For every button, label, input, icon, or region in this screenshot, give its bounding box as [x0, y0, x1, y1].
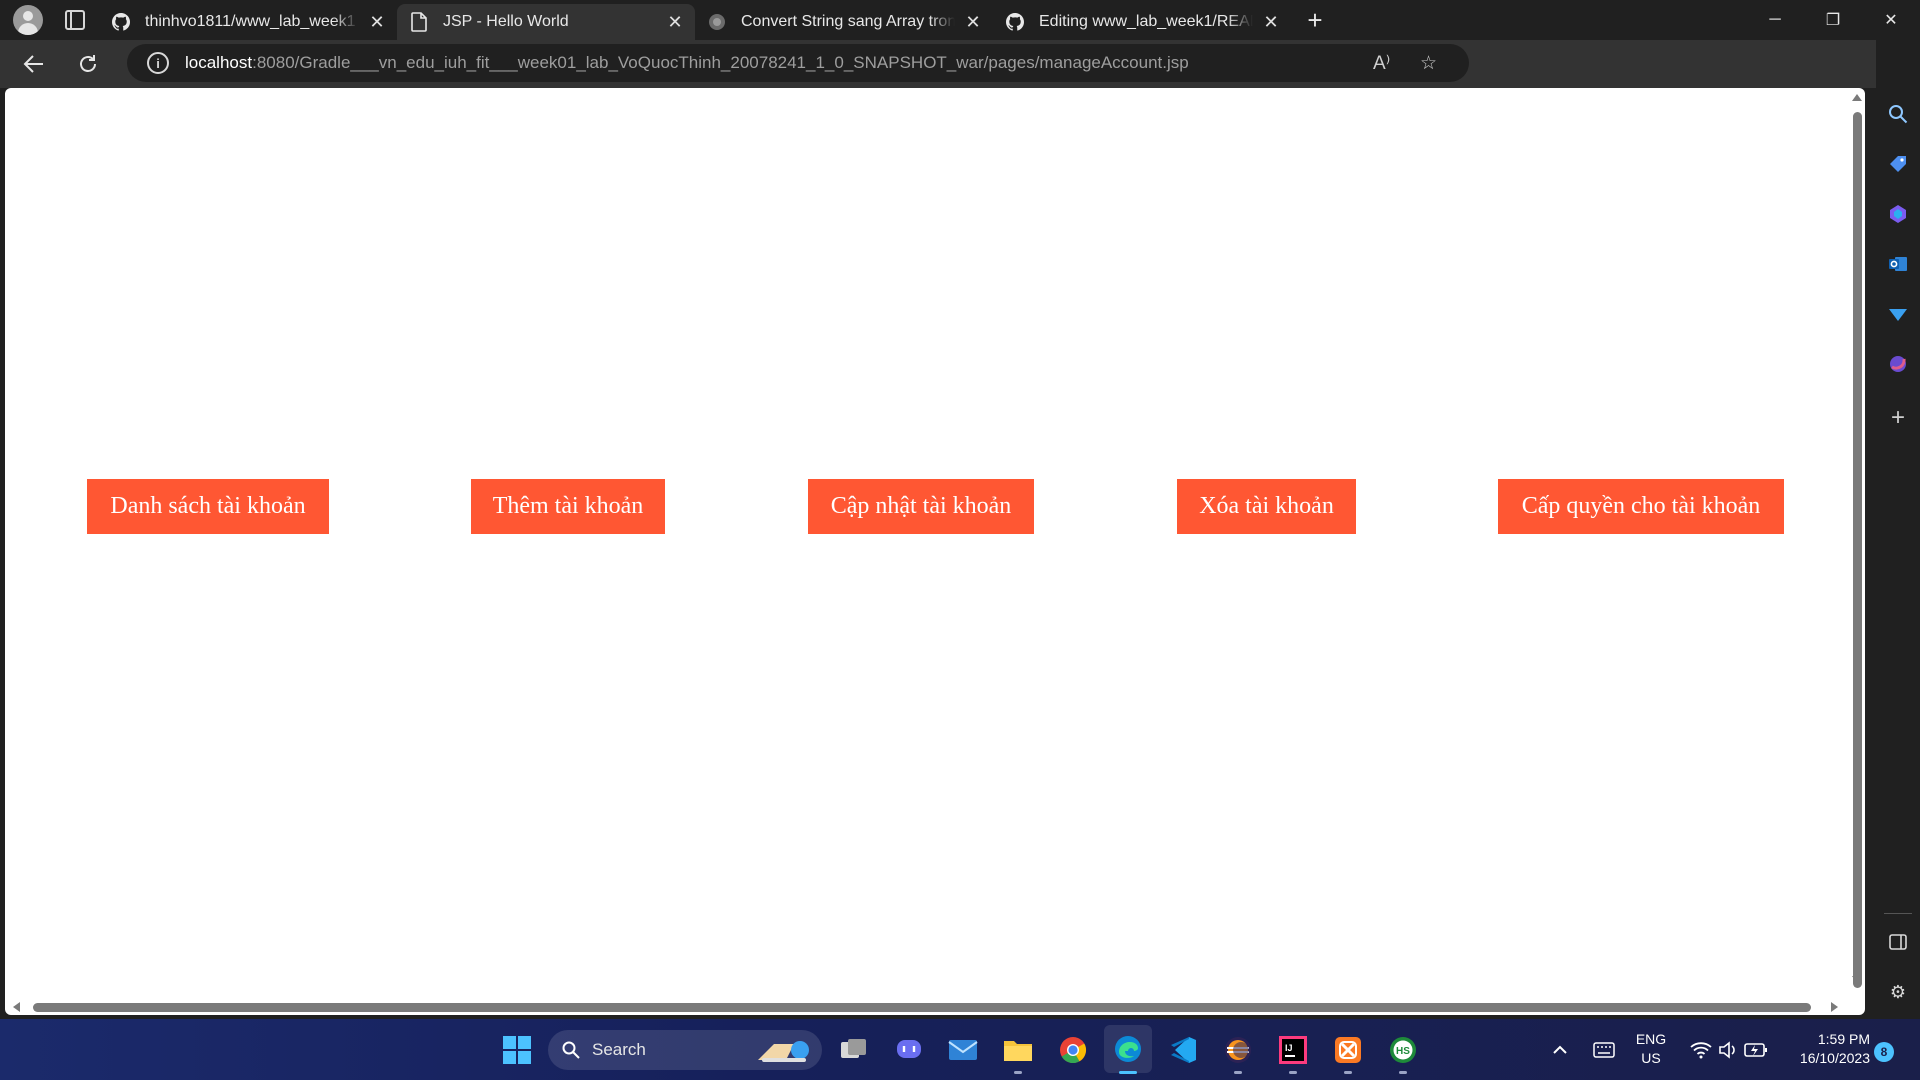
tab-strip: thinhvo1811/www_lab_week1 ✕ JSP - Hello …: [0, 0, 1920, 40]
document-icon: [409, 12, 429, 32]
url-host: localhost: [185, 53, 253, 72]
browser-toolbar: i localhost:8080/Gradle___vn_edu_iuh_fit…: [0, 40, 1920, 121]
minimize-icon[interactable]: ─: [1746, 0, 1804, 40]
clock[interactable]: 1:59 PM 16/10/2023: [1780, 1030, 1870, 1068]
tab-jsp-hello-world[interactable]: JSP - Hello World ✕: [397, 4, 695, 40]
profile-avatar-icon[interactable]: [13, 5, 43, 35]
sidebar-shopping-tag-icon[interactable]: [1884, 150, 1912, 178]
vertical-scroll-thumb[interactable]: [1853, 112, 1862, 988]
tab-close-icon[interactable]: ✕: [1261, 12, 1281, 32]
tab-actions-icon[interactable]: [65, 10, 85, 30]
list-accounts-button[interactable]: Danh sách tài khoản: [87, 479, 329, 534]
page-viewport: Danh sách tài khoản Thêm tài khoản Cập n…: [5, 88, 1865, 1015]
account-actions-row: Danh sách tài khoản Thêm tài khoản Cập n…: [5, 479, 1865, 535]
tab-title: Editing www_lab_week1/README.md: [1039, 13, 1253, 30]
clock-date: 16/10/2023: [1799, 1050, 1870, 1066]
tab-close-icon[interactable]: ✕: [367, 12, 387, 32]
github-icon: [1005, 12, 1025, 32]
tab-list: thinhvo1811/www_lab_week1 ✕ JSP - Hello …: [99, 0, 1291, 40]
tab-title: JSP - Hello World: [443, 13, 569, 30]
add-account-button[interactable]: Thêm tài khoản: [471, 479, 665, 534]
sidebar-game-orb-icon[interactable]: [1884, 350, 1912, 378]
tab-close-icon[interactable]: ✕: [963, 12, 983, 32]
hide-sidebar-icon[interactable]: [1884, 928, 1912, 956]
keyboard-icon[interactable]: [1588, 1034, 1620, 1066]
search-icon: [562, 1041, 580, 1059]
chrome-icon[interactable]: [1057, 1034, 1089, 1066]
vscode-icon[interactable]: [1167, 1034, 1199, 1066]
sidebar-drop-send-icon[interactable]: [1884, 300, 1912, 328]
update-account-button[interactable]: Cập nhật tài khoản: [808, 479, 1034, 534]
site-globe-icon: [707, 12, 727, 32]
scroll-down-arrow-icon[interactable]: [1852, 976, 1862, 983]
battery-charging-icon[interactable]: [1740, 1034, 1772, 1066]
xampp-icon[interactable]: [1332, 1034, 1364, 1066]
sidebar-search-icon[interactable]: [1884, 100, 1912, 128]
tab-title: Convert String sang Array trong Java: [741, 13, 955, 30]
read-aloud-icon[interactable]: A⁾: [1373, 52, 1390, 75]
intellij-idea-icon[interactable]: IJ: [1277, 1034, 1309, 1066]
task-view-icon[interactable]: [838, 1034, 870, 1066]
close-window-icon[interactable]: ✕: [1862, 0, 1920, 40]
tab-editing-readme[interactable]: Editing www_lab_week1/README.md ✕: [993, 4, 1291, 40]
windows-start-icon[interactable]: [501, 1034, 533, 1066]
vertical-scrollbar[interactable]: [1849, 88, 1865, 1015]
clock-time: 1:59 PM: [1817, 1031, 1870, 1047]
url-text: localhost:8080/Gradle___vn_edu_iuh_fit__…: [185, 53, 1189, 73]
tab-title: thinhvo1811/www_lab_week1: [145, 13, 356, 30]
hs-app-icon[interactable]: HS: [1387, 1034, 1419, 1066]
sidebar-divider: [1884, 913, 1912, 914]
sidebar-copilot-icon[interactable]: [1884, 200, 1912, 228]
running-indicator: [1399, 1071, 1407, 1074]
horizontal-scroll-thumb[interactable]: [33, 1003, 1811, 1012]
sidebar-add-plus-icon[interactable]: +: [1884, 404, 1912, 432]
new-tab-plus-icon[interactable]: +: [1299, 4, 1331, 36]
region-code: US: [1641, 1050, 1661, 1066]
favorite-star-icon[interactable]: ☆: [1420, 52, 1437, 75]
active-app-indicator: [1119, 1071, 1137, 1074]
file-explorer-icon[interactable]: [1002, 1034, 1034, 1066]
edge-browser-icon[interactable]: [1104, 1025, 1152, 1073]
restore-icon[interactable]: ❐: [1804, 0, 1862, 40]
search-highlight-illustration-icon: [758, 1041, 809, 1062]
back-arrow-icon[interactable]: [14, 44, 54, 84]
address-bar[interactable]: i localhost:8080/Gradle___vn_edu_iuh_fit…: [127, 44, 1469, 82]
sidebar-outlook-icon[interactable]: [1884, 250, 1912, 278]
eclipse-icon[interactable]: [1222, 1034, 1254, 1066]
horizontal-scrollbar[interactable]: [5, 999, 1849, 1015]
running-indicator: [1344, 1071, 1352, 1074]
scroll-left-arrow-icon[interactable]: [13, 1002, 20, 1012]
show-hidden-icons-chevron-icon[interactable]: [1548, 1034, 1572, 1066]
refresh-icon[interactable]: [68, 44, 108, 84]
search-label: Search: [592, 1040, 646, 1059]
site-info-icon[interactable]: i: [147, 52, 169, 74]
github-icon: [111, 12, 131, 32]
tab-github-repo[interactable]: thinhvo1811/www_lab_week1 ✕: [99, 4, 397, 40]
tab-convert-string[interactable]: Convert String sang Array trong Java ✕: [695, 4, 993, 40]
scroll-up-arrow-icon[interactable]: [1852, 94, 1862, 101]
windows-taskbar: Search IJ HS ENG US 1:59 PM 16/10/2023: [0, 1019, 1920, 1080]
svg-text:IJ: IJ: [1285, 1043, 1293, 1053]
language-code: ENG: [1635, 1031, 1667, 1047]
taskbar-search-box[interactable]: Search: [548, 1030, 822, 1070]
sidebar-settings-gear-icon[interactable]: ⚙: [1884, 978, 1912, 1006]
language-indicator[interactable]: ENG US: [1628, 1030, 1674, 1068]
running-indicator: [1289, 1071, 1297, 1074]
window-controls: ─ ❐ ✕: [1746, 0, 1920, 40]
mail-icon[interactable]: [947, 1034, 979, 1066]
url-path: :8080/Gradle___vn_edu_iuh_fit___week01_l…: [252, 53, 1189, 72]
running-indicator: [1014, 1071, 1022, 1074]
teams-chat-icon[interactable]: [893, 1034, 925, 1066]
running-indicator: [1234, 1071, 1242, 1074]
scroll-right-arrow-icon[interactable]: [1831, 1002, 1838, 1012]
grant-permission-button[interactable]: Cấp quyền cho tài khoản: [1498, 479, 1784, 534]
notification-count-badge[interactable]: 8: [1874, 1042, 1894, 1062]
edge-sidebar: + ⚙: [1876, 40, 1920, 1019]
delete-account-button[interactable]: Xóa tài khoản: [1177, 479, 1356, 534]
tab-close-icon[interactable]: ✕: [665, 12, 685, 32]
svg-text:HS: HS: [1396, 1046, 1410, 1057]
